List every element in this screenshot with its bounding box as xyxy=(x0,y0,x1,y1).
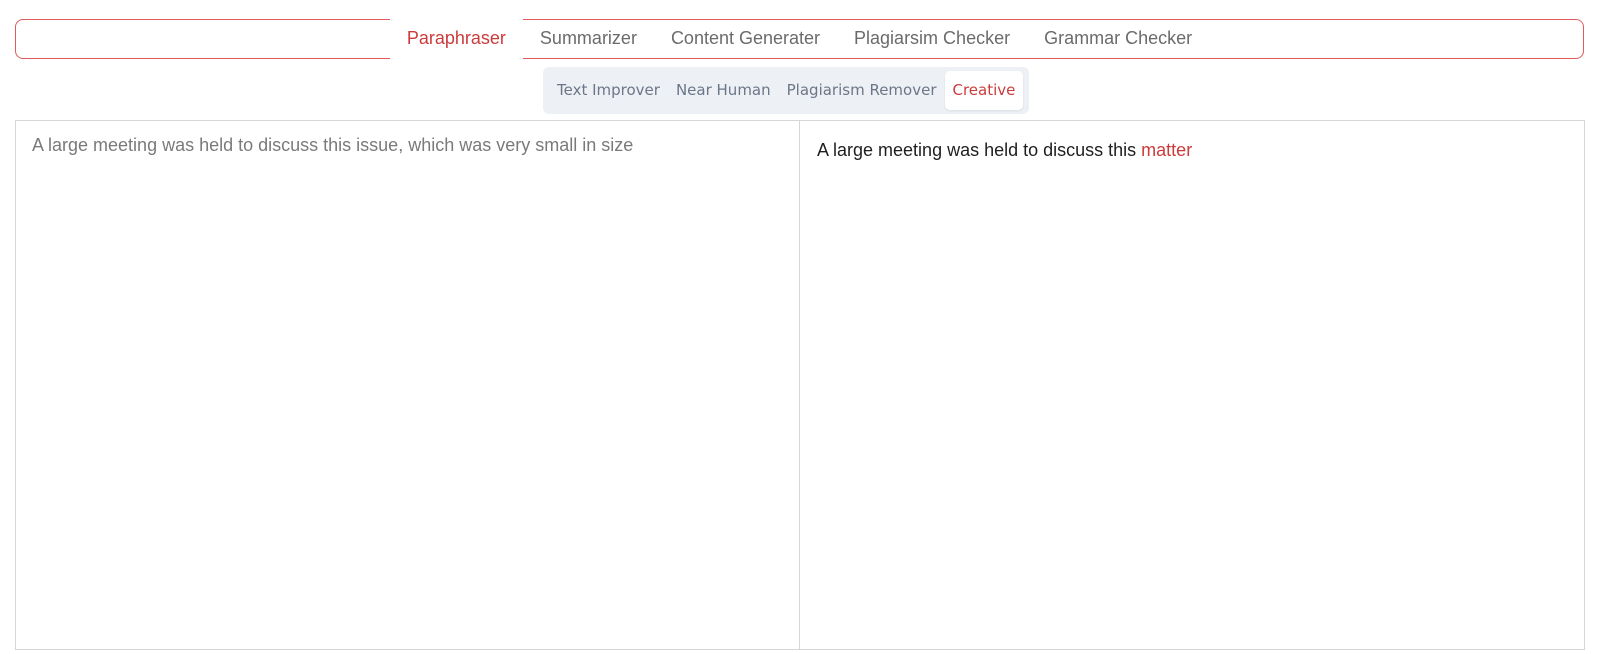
output-pane: A large meeting was held to discuss this… xyxy=(800,121,1584,649)
mode-plagiarism-remover[interactable]: Plagiarism Remover xyxy=(779,71,945,110)
mode-creative[interactable]: Creative xyxy=(944,71,1024,110)
output-text-unchanged: A large meeting was held to discuss this xyxy=(817,140,1142,160)
mode-selector: Text Improver Near Human Plagiarism Remo… xyxy=(543,67,1030,114)
input-pane: A large meeting was held to discuss this… xyxy=(16,121,800,649)
output-text: A large meeting was held to discuss this… xyxy=(800,121,1584,180)
tab-grammar-checker[interactable]: Grammar Checker xyxy=(1027,19,1209,59)
mode-near-human[interactable]: Near Human xyxy=(668,71,779,110)
tool-tabs-bar: Paraphraser Summarizer Content Generater… xyxy=(15,19,1584,61)
tab-content-generater[interactable]: Content Generater xyxy=(654,19,837,59)
output-changed-word[interactable]: matter xyxy=(1141,140,1192,160)
paraphrase-editor: A large meeting was held to discuss this… xyxy=(15,120,1585,650)
input-text-area[interactable]: A large meeting was held to discuss this… xyxy=(16,121,799,649)
mode-text-improver[interactable]: Text Improver xyxy=(549,71,668,110)
tab-paraphraser[interactable]: Paraphraser xyxy=(389,19,523,61)
tab-summarizer[interactable]: Summarizer xyxy=(523,19,654,59)
tab-plagiarsim-checker[interactable]: Plagiarsim Checker xyxy=(837,19,1027,59)
